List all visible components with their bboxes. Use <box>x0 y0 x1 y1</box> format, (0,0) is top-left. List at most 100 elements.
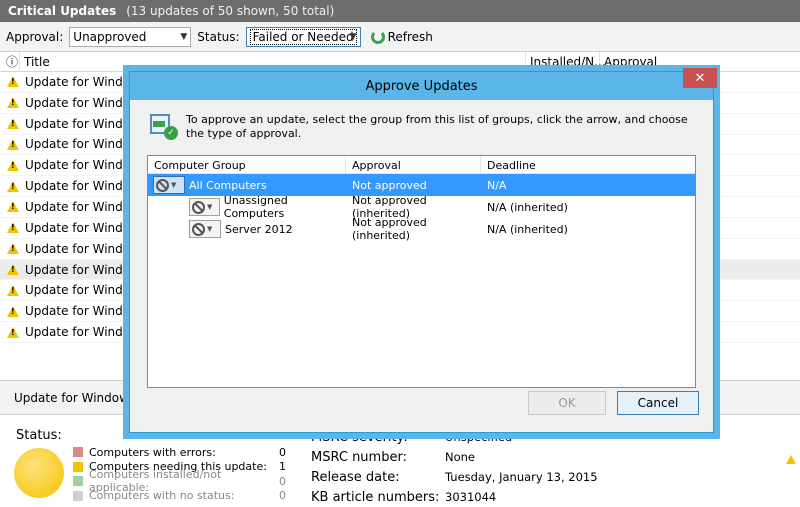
meta-key: MSRC number: <box>311 449 407 465</box>
group-name: Unassigned Computers <box>223 194 288 220</box>
refresh-icon <box>370 29 385 44</box>
row-title: Update for Windows <box>25 241 147 256</box>
view-title-bar: Critical Updates (13 updates of 50 shown… <box>0 0 800 22</box>
group-row-server-2012[interactable]: ▼ Server 2012 Not approved (inherited) N… <box>148 216 695 242</box>
dialog-instructions: To approve an update, select the group f… <box>186 113 688 140</box>
warning-icon <box>7 76 19 88</box>
legend-row: Computers installed/not applicable: 0 <box>73 468 286 494</box>
warning-icon <box>7 201 19 213</box>
group-approval: Not approved <box>352 178 427 192</box>
chevron-down-icon: ▼ <box>349 31 357 42</box>
approve-updates-dialog: Approve Updates ✕ ✓ To approve an update… <box>129 68 717 433</box>
row-title: Update for Windows <box>25 95 147 110</box>
ok-button[interactable]: OK <box>528 391 606 415</box>
column-computer-group[interactable]: Computer Group <box>148 156 346 174</box>
group-list-header: Computer Group Approval Deadline <box>148 156 695 174</box>
view-subtitle: (13 updates of 50 shown, 50 total) <box>126 4 335 18</box>
group-row-all-computers[interactable]: ▼ All Computers Not approved N/A <box>148 174 695 196</box>
approval-dropdown-button[interactable]: ▼ <box>189 220 221 238</box>
refresh-button[interactable]: Refresh <box>370 29 433 44</box>
chevron-down-icon: ▼ <box>207 225 213 233</box>
row-title: Update for Windows <box>25 220 147 235</box>
legend-count: 1 <box>279 460 286 474</box>
meta-key: KB article numbers: <box>311 489 440 505</box>
row-title: Update for Windows <box>25 304 147 319</box>
approval-label: Approval: <box>6 29 64 44</box>
status-heading: Status: <box>16 428 62 443</box>
legend-count: 0 <box>279 489 286 503</box>
column-title[interactable]: Title <box>20 51 526 72</box>
column-deadline[interactable]: Deadline <box>481 156 695 174</box>
view-title: Critical Updates <box>8 4 117 18</box>
approval-dropdown[interactable]: Unapproved ▼ <box>69 26 192 47</box>
row-title: Update for Windows <box>25 179 147 194</box>
chevron-down-icon: ▼ <box>171 181 177 189</box>
warning-icon <box>7 180 19 192</box>
warning-icon <box>786 455 796 464</box>
dialog-title-bar: Approve Updates <box>130 72 713 100</box>
group-row-unassigned[interactable]: ▼ Unassigned Computers Not approved (inh… <box>148 194 695 220</box>
meta-key: Release date: <box>311 469 400 485</box>
meta-row: KB article numbers: 3031044 <box>311 487 598 507</box>
legend-row: Computers with no status: 0 <box>73 489 286 504</box>
row-title: Update for Windows <box>25 325 147 340</box>
meta-row: Release date: Tuesday, January 13, 2015 <box>311 467 598 487</box>
row-title: Update for Windows <box>25 199 147 214</box>
column-installed[interactable]: Installed/N... <box>526 51 606 72</box>
close-icon: ✕ <box>694 70 706 86</box>
swatch-installed <box>73 476 83 487</box>
chevron-down-icon: ▼ <box>207 203 213 211</box>
meta-row: MSRC number: None <box>311 447 598 467</box>
not-approved-icon <box>192 222 205 236</box>
warning-icon <box>7 243 19 255</box>
filter-bar: Approval: Unapproved ▼ Status: Failed or… <box>0 22 800 52</box>
row-title: Update for Windows <box>25 137 147 152</box>
info-icon[interactable]: ⓘ <box>0 51 20 72</box>
status-circle-icon <box>14 448 64 498</box>
row-title: Update for Windows <box>25 262 147 277</box>
legend-label: Computers with no status: <box>89 489 235 503</box>
updates-grid-header: ⓘ Title Installed/N... Approval <box>0 51 800 72</box>
status-label: Status: <box>197 29 240 44</box>
close-button[interactable]: ✕ <box>683 68 717 88</box>
group-deadline: N/A (inherited) <box>487 200 568 214</box>
row-title: Update for Windows <box>25 116 147 131</box>
approve-icon: ✓ <box>150 112 178 140</box>
warning-icon <box>7 305 19 317</box>
status-legend: Computers with errors: 0 Computers needin… <box>73 445 286 503</box>
warning-icon <box>7 284 19 296</box>
meta-value: Tuesday, January 13, 2015 <box>445 470 598 484</box>
approval-dropdown-button[interactable]: ▼ <box>153 176 185 194</box>
meta-value: 3031044 <box>445 490 497 504</box>
refresh-label: Refresh <box>387 29 433 44</box>
group-deadline: N/A <box>487 178 507 192</box>
swatch-no-status <box>73 490 83 501</box>
group-name: All Computers <box>189 178 267 192</box>
warning-icon <box>7 264 19 276</box>
legend-row: Computers with errors: 0 <box>73 445 286 460</box>
row-title: Update for Windows <box>25 283 147 298</box>
update-metadata: MSRC severity: Unspecified MSRC number: No… <box>311 427 598 507</box>
status-dropdown-value: Failed or Needed <box>249 28 357 45</box>
cancel-button[interactable]: Cancel <box>617 391 699 415</box>
not-approved-icon <box>192 200 205 214</box>
swatch-errors <box>73 447 83 458</box>
group-approval: Not approved (inherited) <box>352 216 427 242</box>
legend-label: Computers with errors: <box>89 445 216 459</box>
dialog-title: Approve Updates <box>365 78 478 94</box>
status-dropdown[interactable]: Failed or Needed ▼ <box>245 26 361 47</box>
column-approval[interactable]: Approval <box>346 156 481 174</box>
chevron-down-icon: ▼ <box>180 31 188 42</box>
warning-icon <box>7 159 19 171</box>
warning-icon <box>7 97 19 109</box>
meta-value: None <box>445 450 476 464</box>
warning-icon <box>7 326 19 338</box>
swatch-needing <box>73 461 83 472</box>
approval-dropdown-button[interactable]: ▼ <box>189 198 220 216</box>
row-title: Update for Windows <box>25 74 147 89</box>
not-approved-icon <box>156 178 169 192</box>
legend-count: 0 <box>279 474 286 488</box>
computer-group-list: Computer Group Approval Deadline ▼ All C… <box>147 155 696 388</box>
warning-icon <box>7 138 19 150</box>
group-deadline: N/A (inherited) <box>487 222 568 236</box>
